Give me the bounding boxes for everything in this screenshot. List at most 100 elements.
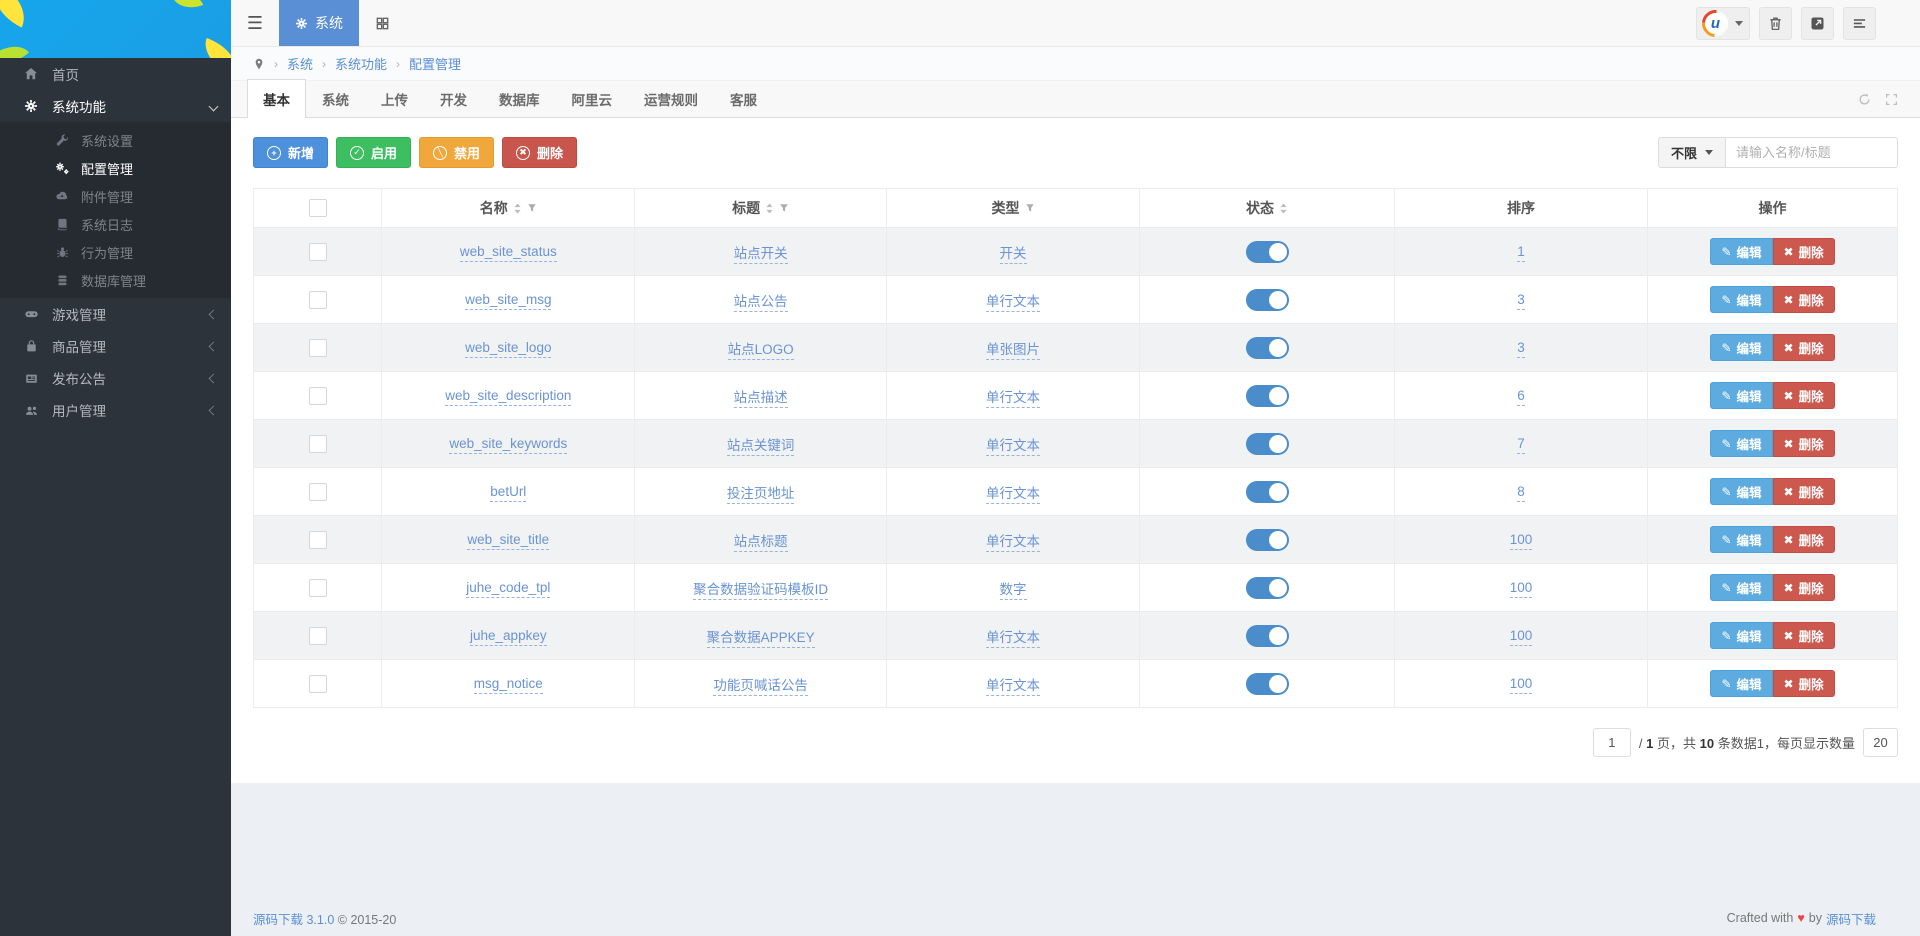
config-name-link[interactable]: web_site_logo	[465, 340, 551, 358]
config-type-link[interactable]: 开关	[1000, 246, 1027, 264]
sidebar-item-user-management[interactable]: 用户管理	[0, 394, 231, 426]
row-checkbox[interactable]	[309, 387, 327, 405]
sort-value-link[interactable]: 100	[1510, 676, 1533, 694]
config-name-link[interactable]: web_site_status	[460, 244, 557, 262]
row-checkbox[interactable]	[309, 579, 327, 597]
breadcrumb-link-config-management[interactable]: 配置管理	[409, 54, 461, 73]
row-delete-button[interactable]: ✖删除	[1773, 622, 1835, 649]
status-toggle[interactable]	[1246, 385, 1289, 407]
status-toggle[interactable]	[1246, 337, 1289, 359]
config-title-link[interactable]: 站点关键词	[727, 438, 795, 456]
status-toggle[interactable]	[1246, 625, 1289, 647]
sort-value-link[interactable]: 100	[1510, 532, 1533, 550]
config-name-link[interactable]: web_site_msg	[465, 292, 551, 310]
footer-credit-link[interactable]: 源码下载	[1826, 909, 1876, 928]
row-delete-button[interactable]: ✖删除	[1773, 286, 1835, 313]
config-title-link[interactable]: 站点LOGO	[728, 342, 794, 360]
sort-value-link[interactable]: 6	[1517, 388, 1525, 406]
row-edit-button[interactable]: ✎编辑	[1710, 622, 1772, 649]
sidebar-subitem-attachment-management[interactable]: 附件管理	[0, 182, 231, 210]
config-title-link[interactable]: 站点开关	[734, 246, 788, 264]
sidebar-item-announcements[interactable]: 发布公告	[0, 362, 231, 394]
col-header-title[interactable]: 标题	[635, 189, 887, 228]
sidebar-item-home[interactable]: 首页	[0, 58, 231, 90]
page-number-input[interactable]	[1593, 728, 1631, 757]
sort-value-link[interactable]: 7	[1517, 436, 1525, 454]
status-toggle[interactable]	[1246, 481, 1289, 503]
col-header-type[interactable]: 类型	[886, 189, 1139, 228]
sidebar-subitem-system-settings[interactable]: 系统设置	[0, 126, 231, 154]
row-delete-button[interactable]: ✖删除	[1773, 478, 1835, 505]
row-checkbox[interactable]	[309, 531, 327, 549]
tab-upload[interactable]: 上传	[365, 79, 424, 118]
breadcrumb-link-system-functions[interactable]: 系统功能	[335, 54, 387, 73]
row-delete-button[interactable]: ✖删除	[1773, 574, 1835, 601]
user-avatar-button[interactable]: u	[1696, 7, 1750, 40]
tab-dev[interactable]: 开发	[424, 79, 483, 118]
row-edit-button[interactable]: ✎编辑	[1710, 478, 1772, 505]
enable-button[interactable]: ✓ 启用	[336, 137, 411, 168]
row-edit-button[interactable]: ✎编辑	[1710, 670, 1772, 697]
config-title-link[interactable]: 功能页喊话公告	[713, 678, 808, 696]
config-type-link[interactable]: 单行文本	[986, 630, 1040, 648]
refresh-icon[interactable]	[1858, 93, 1871, 106]
config-name-link[interactable]: web_site_description	[445, 388, 571, 406]
select-all-checkbox[interactable]	[309, 199, 327, 217]
config-type-link[interactable]: 单行文本	[986, 486, 1040, 504]
config-title-link[interactable]: 投注页地址	[727, 486, 795, 504]
row-delete-button[interactable]: ✖删除	[1773, 670, 1835, 697]
tab-basic[interactable]: 基本	[247, 79, 306, 118]
row-checkbox[interactable]	[309, 483, 327, 501]
row-edit-button[interactable]: ✎编辑	[1710, 286, 1772, 313]
config-type-link[interactable]: 单行文本	[986, 534, 1040, 552]
row-checkbox[interactable]	[309, 291, 327, 309]
tab-aliyun[interactable]: 阿里云	[556, 79, 629, 118]
config-type-link[interactable]: 单行文本	[986, 678, 1040, 696]
sidebar-subitem-config-management[interactable]: 配置管理	[0, 154, 231, 182]
row-checkbox[interactable]	[309, 627, 327, 645]
config-name-link[interactable]: juhe_code_tpl	[466, 580, 550, 598]
config-title-link[interactable]: 站点公告	[734, 294, 788, 312]
sort-value-link[interactable]: 100	[1510, 628, 1533, 646]
page-size-input[interactable]	[1863, 728, 1898, 757]
config-type-link[interactable]: 单行文本	[986, 438, 1040, 456]
row-edit-button[interactable]: ✎编辑	[1710, 526, 1772, 553]
row-edit-button[interactable]: ✎编辑	[1710, 574, 1772, 601]
config-title-link[interactable]: 聚合数据验证码模板ID	[693, 582, 828, 600]
row-checkbox[interactable]	[309, 675, 327, 693]
row-delete-button[interactable]: ✖删除	[1773, 526, 1835, 553]
tab-system[interactable]: 系统	[306, 79, 365, 118]
sort-value-link[interactable]: 8	[1517, 484, 1525, 502]
row-edit-button[interactable]: ✎编辑	[1710, 430, 1772, 457]
row-edit-button[interactable]: ✎编辑	[1710, 334, 1772, 361]
status-toggle[interactable]	[1246, 673, 1289, 695]
sort-value-link[interactable]: 3	[1517, 340, 1525, 358]
row-checkbox[interactable]	[309, 339, 327, 357]
status-toggle[interactable]	[1246, 529, 1289, 551]
tab-database[interactable]: 数据库	[483, 79, 556, 118]
sidebar-item-system-functions[interactable]: 系统功能	[0, 90, 231, 122]
topbar-tab-system[interactable]: 系统	[279, 0, 359, 46]
app-logo[interactable]	[0, 0, 231, 58]
sidebar-item-product-management[interactable]: 商品管理	[0, 330, 231, 362]
grid-menu-icon[interactable]	[359, 0, 405, 46]
footer-brand-link[interactable]: 源码下载 3.1.0	[253, 913, 334, 927]
config-title-link[interactable]: 站点描述	[734, 390, 788, 408]
config-name-link[interactable]: web_site_title	[467, 532, 549, 550]
config-title-link[interactable]: 站点标题	[734, 534, 788, 552]
config-title-link[interactable]: 聚合数据APPKEY	[707, 630, 815, 648]
sort-value-link[interactable]: 100	[1510, 580, 1533, 598]
open-frontend-button[interactable]	[1801, 7, 1834, 40]
search-input[interactable]	[1726, 137, 1898, 168]
status-toggle[interactable]	[1246, 577, 1289, 599]
row-delete-button[interactable]: ✖删除	[1773, 238, 1835, 265]
col-header-name[interactable]: 名称	[382, 189, 635, 228]
row-checkbox[interactable]	[309, 435, 327, 453]
sidebar-toggle-button[interactable]: ☰	[231, 0, 279, 46]
status-toggle[interactable]	[1246, 289, 1289, 311]
col-header-status[interactable]: 状态	[1140, 189, 1395, 228]
clear-cache-button[interactable]	[1759, 7, 1792, 40]
config-type-link[interactable]: 单行文本	[986, 294, 1040, 312]
status-toggle[interactable]	[1246, 241, 1289, 263]
disable-button[interactable]: ╲ 禁用	[419, 137, 494, 168]
